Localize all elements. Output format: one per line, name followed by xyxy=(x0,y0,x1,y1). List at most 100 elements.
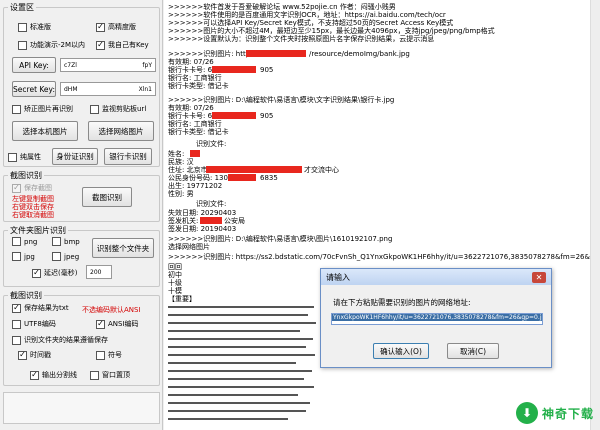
api-key-input[interactable]: c7Zl fpY xyxy=(60,58,156,72)
checkbox-box[interactable] xyxy=(52,237,61,246)
output-line: 签发机关: xyxy=(168,217,199,225)
checkbox-box[interactable] xyxy=(52,252,61,261)
after-ocr-legend: 截图识别 xyxy=(10,291,42,300)
checkbox-box[interactable] xyxy=(90,370,99,380)
url-input[interactable]: YnxGkpoWK1HF6hhy/it/u=3622721076,3835078… xyxy=(331,313,543,325)
output-line: 有效期: 07/26 xyxy=(168,104,214,112)
checkbox-box[interactable] xyxy=(96,350,105,360)
output-line: 识别文件: xyxy=(196,200,227,208)
redaction-bar xyxy=(246,50,306,57)
dialog-title: 请输入 xyxy=(326,272,350,282)
window-top-checkbox[interactable]: 窗口置顶 xyxy=(90,370,130,380)
check-icon[interactable]: ✓ xyxy=(96,22,105,32)
screenshot-legend: 截图识别 xyxy=(10,171,42,180)
jpeg-checkbox[interactable]: jpeg xyxy=(52,252,79,261)
check-icon[interactable]: ✓ xyxy=(12,183,21,193)
check-icon[interactable]: ✓ xyxy=(12,303,21,313)
status-area xyxy=(3,392,160,424)
dense-text-placeholder xyxy=(168,306,316,420)
close-icon[interactable]: ✕ xyxy=(532,271,546,283)
cancel-button[interactable]: 取消(C) xyxy=(447,343,499,359)
output-line: 姓名: xyxy=(168,150,185,158)
separator-checkbox[interactable]: ✓ 输出分割线 xyxy=(30,370,77,380)
correct-image-checkbox[interactable]: 矫正图片再识别 xyxy=(12,104,73,114)
output-line: 【重要】 xyxy=(168,295,196,303)
standard-checkbox[interactable]: 标准版 xyxy=(18,22,51,32)
dialog-prompt: 请在下方粘贴需要识别的图片的网络地址: xyxy=(333,298,471,307)
ok-button[interactable]: 确认输入(O) xyxy=(373,343,429,359)
output-line: >>>>>>软件首发于吾爱破解论坛 www.52pojie.cn 作者：闷骚小贱… xyxy=(168,3,396,11)
jpg-checkbox[interactable]: jpg xyxy=(12,252,35,261)
output-line: 银行名: 工商银行 xyxy=(168,74,222,82)
ocr-folder-button[interactable]: 识别整个文件夹 xyxy=(92,238,154,258)
high-precision-checkbox[interactable]: ✓ 高精度版 xyxy=(96,22,136,32)
own-key-checkbox[interactable]: ✓ 我自己有Key xyxy=(96,40,149,50)
redaction-bar xyxy=(212,112,256,119)
output-line: 识别文件: xyxy=(196,140,227,148)
delay-input[interactable]: 200 xyxy=(86,265,112,279)
output-line: 银行卡类型: 借记卡 xyxy=(168,128,229,136)
output-line: 有效期: 07/26 xyxy=(168,58,214,66)
check-icon[interactable]: ✓ xyxy=(18,350,27,360)
checkbox-box[interactable] xyxy=(12,104,21,114)
select-network-image-button[interactable]: 选择网络图片 xyxy=(88,121,154,141)
delay-checkbox[interactable]: ✓ 延迟(毫秒) xyxy=(32,268,77,278)
output-line: 十级 xyxy=(168,279,182,287)
pure-attr-checkbox[interactable]: 纯属性 xyxy=(8,152,41,162)
output-line: 十模 xyxy=(168,287,182,295)
check-icon[interactable]: ✓ xyxy=(32,268,41,278)
watermark-text: 神奇下载 xyxy=(541,406,594,421)
checkbox-box[interactable] xyxy=(18,40,27,50)
output-line: 出生: 19771202 xyxy=(168,182,223,190)
checkbox-box[interactable] xyxy=(12,319,21,329)
png-checkbox[interactable]: png xyxy=(12,237,37,246)
output-line: 905 xyxy=(260,66,274,74)
monitor-clipboard-checkbox[interactable]: 监视剪贴板url xyxy=(90,104,146,114)
redaction-bar xyxy=(206,166,302,173)
output-line: >>>>>>图片的大小不超过4M，最短边至少15px，最长边最大4096px，支… xyxy=(168,27,495,35)
output-line: >>>>>>设置默认为：识别整个文件夹时按照原图片名字保存识别结果，云提示消息 xyxy=(168,35,435,43)
bmp-checkbox[interactable]: bmp xyxy=(52,237,80,246)
output-line: >>>>>>可以选择API Key/Secret Key模式，不支持超过50页的… xyxy=(168,19,454,27)
checkbox-box[interactable] xyxy=(8,152,17,162)
watermark: ⬇ 神奇下载 xyxy=(515,402,594,424)
dialog-titlebar[interactable]: 请输入 ✕ xyxy=(321,269,551,285)
check-icon[interactable]: ✓ xyxy=(30,370,39,380)
select-local-image-button[interactable]: 选择本机图片 xyxy=(12,121,78,141)
checkbox-box[interactable] xyxy=(90,104,99,114)
redaction-bar xyxy=(200,217,222,224)
checkbox-box[interactable] xyxy=(12,237,21,246)
utf8-checkbox[interactable]: UTF8编码 xyxy=(12,319,56,329)
settings-legend: 设置区 xyxy=(10,3,34,12)
save-screenshot-checkbox[interactable]: ✓ 保存截图 xyxy=(12,183,52,193)
symbol-checkbox[interactable]: 符号 xyxy=(96,350,122,360)
hint-cancel: 右键取消截图 xyxy=(12,211,54,219)
redaction-bar xyxy=(212,66,256,73)
save-txt-checkbox[interactable]: ✓ 保存结果为txt xyxy=(12,303,69,313)
redaction-bar xyxy=(190,150,200,157)
ocr-text-block xyxy=(168,304,318,424)
secret-key-input[interactable]: dHM Xln1 xyxy=(60,82,156,96)
output-line: >>>>>>识别图片: D:\编程软件\易语言\模块\图片\1610192107… xyxy=(168,235,393,243)
output-line: 失效日期: 20290403 xyxy=(168,209,237,217)
secret-key-label-button[interactable]: Secret Key: xyxy=(12,81,56,97)
demo-limit-checkbox[interactable]: 功能演示-2M以内 xyxy=(18,40,85,50)
output-line: 905 xyxy=(260,112,274,120)
output-line: 才交流中心 xyxy=(304,166,339,174)
output-line: 银行名: 工商银行 xyxy=(168,120,222,128)
ansi-checkbox[interactable]: ✓ ANSI编码 xyxy=(96,319,139,329)
folder-after-checkbox[interactable]: 识别文件夹的结果遵循保存 xyxy=(12,335,108,345)
api-key-label-button[interactable]: API Key: xyxy=(12,57,56,73)
check-icon[interactable]: ✓ xyxy=(96,40,105,50)
screenshot-ocr-button[interactable]: 截图识别 xyxy=(82,187,132,207)
timestamp-checkbox[interactable]: ✓ 时间戳 xyxy=(18,350,51,360)
checkbox-box[interactable] xyxy=(12,335,21,345)
checkbox-box[interactable] xyxy=(18,22,27,32)
check-icon[interactable]: ✓ xyxy=(96,319,105,329)
output-scrollbar[interactable] xyxy=(590,0,600,430)
bank-card-button[interactable]: 银行卡识别 xyxy=(104,148,152,165)
output-line: 公安局 xyxy=(224,217,245,225)
output-line: >>>>>>识别图片: https://ss2.bdstatic.com/70c… xyxy=(168,253,600,261)
checkbox-box[interactable] xyxy=(12,252,21,261)
id-card-button[interactable]: 身份证识别 xyxy=(52,148,98,165)
